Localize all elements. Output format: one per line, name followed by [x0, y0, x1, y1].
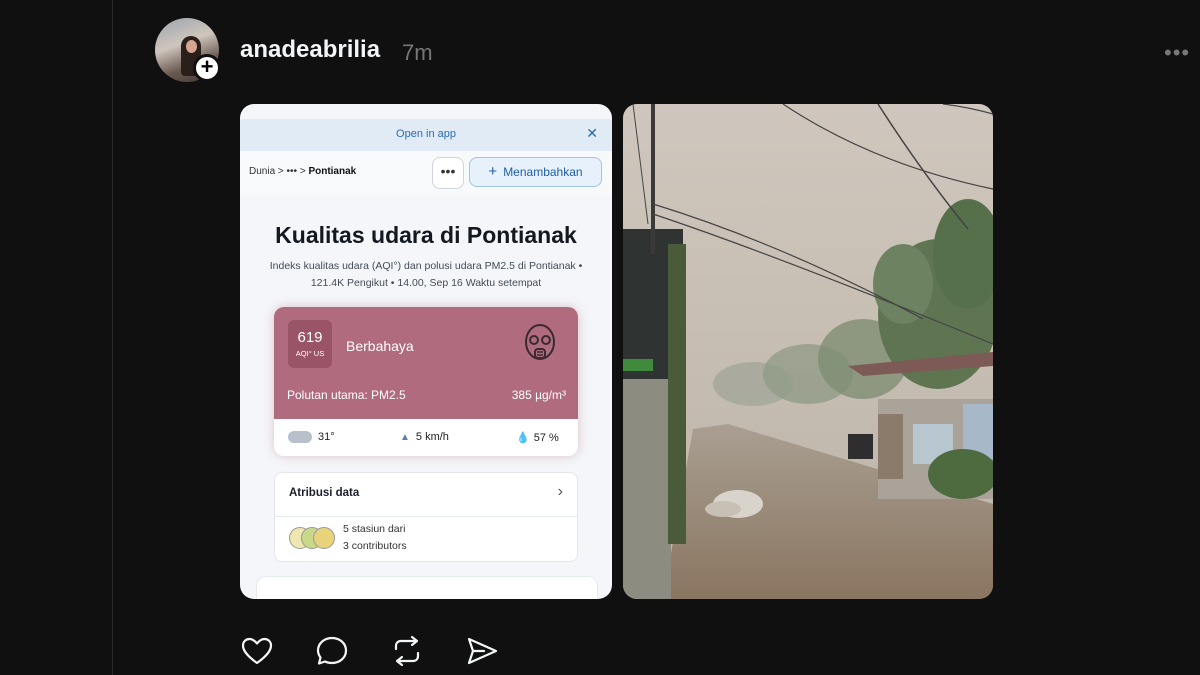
- post-time: 7m: [402, 40, 433, 65]
- attribution-card: Atribusi data › 5 stasiun dari 3 contrib…: [274, 472, 578, 562]
- aqi-level: Berbahaya: [346, 338, 414, 354]
- humidity-icon: 💧: [516, 432, 530, 444]
- contributor-logo: [313, 527, 335, 549]
- open-in-app-label: Open in app: [396, 128, 456, 140]
- more-dots-button: •••: [432, 157, 464, 189]
- repost-icon[interactable]: [390, 634, 424, 668]
- weather-row: 31° ▲ 5 km/h 💧 57 %: [274, 419, 578, 456]
- cloud-icon: [288, 431, 312, 444]
- heart-icon[interactable]: [240, 634, 274, 668]
- add-button: + Menambahkan: [469, 157, 602, 187]
- street-photo[interactable]: [623, 104, 993, 599]
- more-options-button[interactable]: •••: [1164, 40, 1190, 66]
- breadcrumb: Dunia > ••• > Pontianak: [249, 166, 356, 177]
- open-in-app-banner: Open in app ✕: [240, 119, 612, 151]
- breadcrumb-root: Dunia: [249, 166, 276, 177]
- aqi-panel: 619 AQI° US Berbahaya Polutan utama: PM2…: [274, 307, 578, 419]
- next-section-card: [256, 576, 598, 599]
- chevron-right-icon: ›: [557, 483, 563, 500]
- hazy-street-image: [623, 104, 993, 599]
- wind-speed: 5 km/h: [415, 431, 449, 443]
- pollutant-value: 385 µg/m³: [511, 388, 566, 402]
- close-icon: ✕: [586, 125, 598, 141]
- breadcrumb-bar: Dunia > ••• > Pontianak ••• + Menambahkan: [240, 151, 612, 195]
- page-subtitle: Indeks kualitas udara (AQI°) dan polusi …: [269, 260, 583, 289]
- aqi-card: 619 AQI° US Berbahaya Polutan utama: PM2…: [274, 307, 578, 456]
- breadcrumb-current: Pontianak: [308, 166, 357, 177]
- gas-mask-icon: [525, 324, 555, 360]
- share-icon[interactable]: [465, 634, 499, 668]
- contributor-logos: [289, 527, 335, 549]
- plus-icon: +: [488, 163, 498, 180]
- page-title: Kualitas udara di Pontianak: [275, 222, 577, 248]
- divider: [275, 516, 577, 517]
- follow-plus-icon[interactable]: +: [193, 54, 221, 82]
- sidebar-divider: [112, 0, 113, 675]
- attribution-title: Atribusi data: [289, 487, 360, 499]
- pollutant-label: Polutan utama: PM2.5: [287, 388, 406, 402]
- humidity: 57 %: [533, 432, 559, 444]
- breadcrumb-sep: > ••• >: [275, 166, 309, 177]
- contributors-text: 3 contributors: [343, 540, 407, 552]
- stations-text: 5 stasiun dari: [343, 523, 406, 535]
- aqi-unit: AQI° US: [295, 349, 325, 358]
- add-button-label: Menambahkan: [503, 165, 583, 179]
- aqi-badge: 619 AQI° US: [288, 320, 332, 368]
- temperature: 31°: [318, 431, 335, 443]
- wind-icon: ▲: [400, 432, 410, 443]
- aqi-value: 619: [297, 329, 323, 346]
- username[interactable]: anadeabrilia: [240, 36, 380, 64]
- comment-icon[interactable]: [315, 634, 349, 668]
- air-quality-screenshot[interactable]: Open in app ✕ Dunia > ••• > Pontianak ••…: [240, 104, 612, 599]
